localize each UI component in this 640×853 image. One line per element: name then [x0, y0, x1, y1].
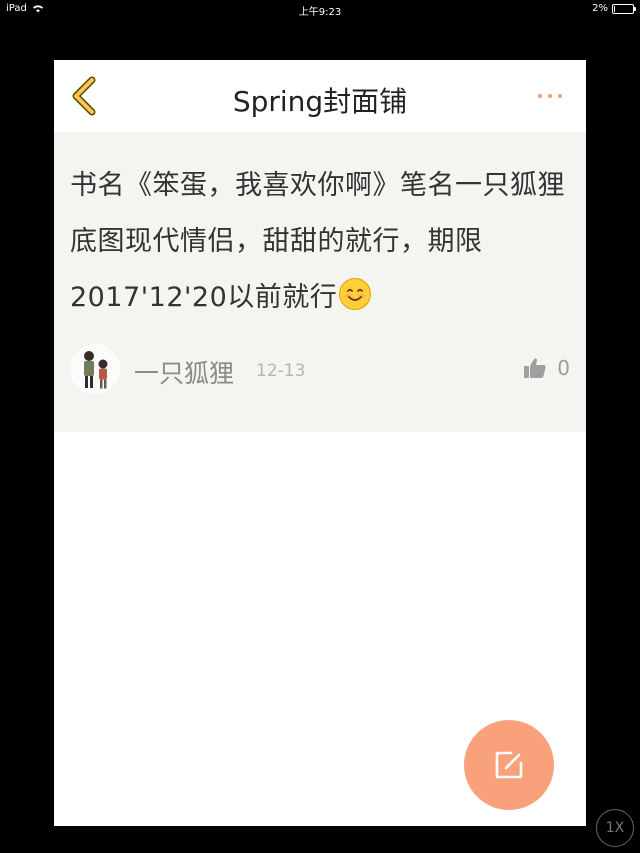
post-card: 书名《笨蛋，我喜欢你啊》笔名一只狐狸底图现代情侣，甜甜的就行，期限2017'12… [54, 132, 586, 432]
zoom-label: 1X [605, 820, 625, 836]
battery-icon [612, 3, 636, 14]
edit-icon [495, 751, 523, 779]
like-count: 0 [557, 356, 570, 380]
post-text: 书名《笨蛋，我喜欢你啊》笔名一只狐狸底图现代情侣，甜甜的就行，期限2017'12… [70, 170, 565, 313]
status-time: 上午9:23 [298, 7, 342, 18]
page-title: Spring封面铺 [232, 85, 408, 118]
status-bar: iPad 上午9:23 2% [0, 0, 640, 18]
compose-button[interactable] [464, 720, 554, 810]
status-right: 2% [592, 3, 636, 14]
smiling-face-icon [339, 278, 372, 310]
app-window: Spring封面铺 书名《笨蛋，我喜欢你啊》笔名一只狐狸底图现代情侣，甜甜的就行… [54, 60, 586, 826]
more-dot-icon [548, 94, 552, 98]
more-dot-icon [538, 94, 542, 98]
thumbs-up-icon [524, 358, 546, 378]
more-dot-icon [558, 94, 562, 98]
zoom-level-button[interactable]: 1X [596, 809, 634, 847]
avatar[interactable] [70, 344, 120, 394]
more-button[interactable] [532, 88, 568, 104]
couple-avatar-icon [70, 344, 120, 394]
author-row: 一只狐狸 12-13 0 [70, 342, 570, 398]
nav-bar: Spring封面铺 [54, 60, 586, 133]
post-date: 12-13 [256, 361, 306, 381]
post-content: 书名《笨蛋，我喜欢你啊》笔名一只狐狸底图现代情侣，甜甜的就行，期限2017'12… [70, 158, 570, 326]
author-name[interactable]: 一只狐狸 [134, 354, 234, 390]
battery-percent: 2% [592, 3, 608, 14]
like-button[interactable]: 0 [523, 356, 570, 380]
battery-level [614, 5, 615, 12]
